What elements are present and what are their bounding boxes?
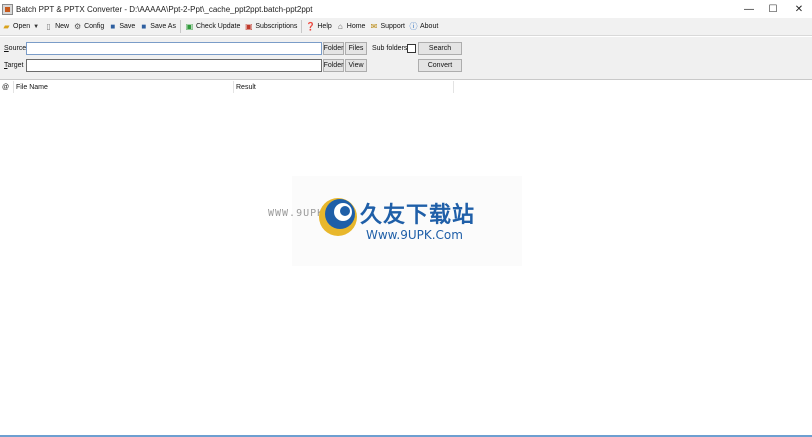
- source-target-panel: Source Folder Files Sub folders Search T…: [0, 37, 812, 80]
- save-button[interactable]: ■ Save: [106, 19, 137, 35]
- subscriptions-button[interactable]: ▣ Subscriptions: [242, 19, 299, 35]
- source-input-field[interactable]: [27, 43, 321, 54]
- support-icon: ✉: [370, 22, 378, 31]
- save-as-label: Save As: [150, 23, 176, 30]
- column-header-result[interactable]: Result: [234, 81, 454, 93]
- support-button[interactable]: ✉ Support: [367, 19, 407, 35]
- source-input[interactable]: [26, 42, 322, 55]
- toolbar: ▰ Open ▼ ▯ New ⚙ Config ■ Save ■ Save As…: [0, 18, 812, 36]
- toolbar-separator: [301, 20, 303, 33]
- home-label: Home: [346, 23, 366, 30]
- target-view-button[interactable]: View: [345, 59, 367, 72]
- watermark-url-text: Www.9UPK.Com: [366, 228, 463, 242]
- config-label: Config: [84, 23, 105, 30]
- convert-button[interactable]: Convert: [418, 59, 462, 72]
- sub-folders-checkbox[interactable]: [407, 44, 416, 53]
- open-dropdown-icon[interactable]: ▼: [33, 24, 39, 30]
- minimize-button[interactable]: —: [736, 0, 762, 18]
- new-label: New: [55, 23, 70, 30]
- save-disk-icon: ■: [110, 22, 116, 31]
- toolbar-separator: [179, 20, 181, 33]
- close-button[interactable]: ✕: [786, 0, 812, 18]
- help-label: Help: [317, 23, 332, 30]
- subscriptions-icon: ▣: [245, 22, 253, 31]
- watermark-chinese-text: 久友下载站: [360, 203, 476, 228]
- column-header-status[interactable]: @: [0, 81, 14, 93]
- about-button[interactable]: ⓘ About: [407, 19, 440, 35]
- help-button[interactable]: ❓ Help: [304, 19, 333, 35]
- app-icon: [2, 3, 13, 15]
- save-label: Save: [119, 23, 136, 30]
- about-icon: ⓘ: [409, 22, 418, 31]
- open-label: Open: [13, 23, 31, 30]
- target-input[interactable]: [26, 59, 322, 72]
- new-button[interactable]: ▯ New: [42, 19, 71, 35]
- check-update-label: Check Update: [195, 23, 241, 30]
- target-folder-button[interactable]: Folder: [323, 59, 344, 72]
- save-as-button[interactable]: ■ Save As: [137, 19, 178, 35]
- search-button[interactable]: Search: [418, 42, 462, 55]
- home-button[interactable]: ⌂ Home: [334, 19, 368, 35]
- file-list-header: @ File Name Result: [0, 81, 812, 93]
- source-files-button[interactable]: Files: [345, 42, 367, 55]
- gear-icon: ⚙: [74, 22, 82, 31]
- help-icon: ❓: [305, 22, 316, 31]
- check-update-button[interactable]: ▣ Check Update: [183, 19, 242, 35]
- window-title: Batch PPT & PPTX Converter - D:\AAAAA\Pp…: [16, 4, 313, 14]
- sub-folders-label: Sub folders: [372, 45, 408, 52]
- home-icon: ⌂: [337, 22, 343, 31]
- source-folder-button[interactable]: Folder: [323, 42, 344, 55]
- open-button[interactable]: ▰ Open: [0, 19, 32, 35]
- source-label: Source: [4, 45, 27, 52]
- subscriptions-label: Subscriptions: [255, 23, 298, 30]
- maximize-button[interactable]: ☐: [760, 0, 786, 18]
- update-icon: ▣: [185, 22, 194, 31]
- title-bar: Batch PPT & PPTX Converter - D:\AAAAA\Pp…: [0, 0, 812, 18]
- save-as-disk-icon: ■: [141, 22, 147, 31]
- config-button[interactable]: ⚙ Config: [71, 19, 106, 35]
- support-label: Support: [380, 23, 405, 30]
- folder-open-icon: ▰: [3, 22, 10, 31]
- column-header-file-name[interactable]: File Name: [14, 81, 234, 93]
- target-input-field[interactable]: [27, 60, 321, 71]
- target-label: Target: [4, 62, 24, 69]
- watermark-logo-icon: [319, 198, 357, 236]
- about-label: About: [420, 23, 439, 30]
- new-document-icon: ▯: [46, 22, 51, 31]
